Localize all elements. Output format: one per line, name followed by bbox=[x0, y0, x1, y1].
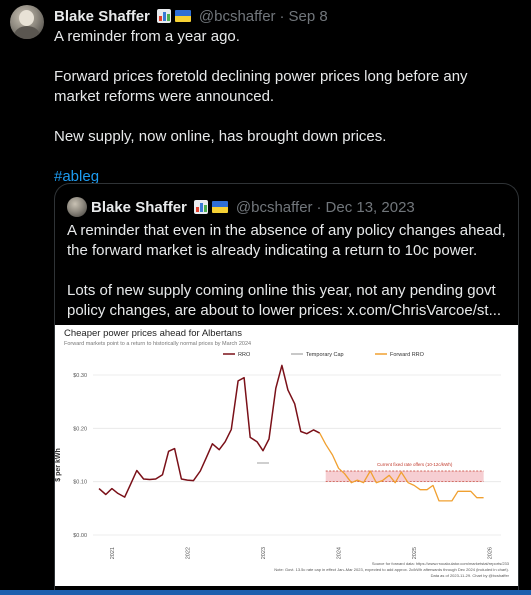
legend-label: Temporary Cap bbox=[306, 352, 344, 358]
tweet[interactable]: Blake Shaffer @bcshaffer · Sep 8 A remin… bbox=[0, 0, 531, 595]
chart-subtitle: Forward markets point to a return to his… bbox=[64, 341, 251, 347]
x-tick-label: 2026 bbox=[488, 547, 494, 559]
quoted-paragraph: A reminder that even in the absence of a… bbox=[67, 222, 506, 259]
quoted-tweet-header: Blake Shaffer @bcshaffer · Dec 13, 2023 bbox=[91, 197, 415, 217]
chart-notes: Source for forward data: https://www.rro… bbox=[274, 561, 510, 578]
post-date[interactable]: Sep 8 bbox=[289, 8, 328, 25]
chart-title: Cheaper power prices ahead for Albertans bbox=[64, 328, 242, 339]
ukraine-flag-emoji-icon bbox=[174, 10, 191, 22]
chart-y-label: $ per kWh bbox=[55, 448, 62, 481]
author-name[interactable]: Blake Shaffer bbox=[54, 8, 150, 25]
legend-label: RRO bbox=[238, 352, 251, 358]
series-line bbox=[98, 364, 321, 498]
quoted-link[interactable]: x.com/ChrisVarcoe/st... bbox=[347, 302, 501, 319]
x-tick-label: 2021 bbox=[110, 547, 116, 559]
bar-chart-emoji-icon bbox=[193, 200, 208, 214]
quoted-tweet-text: A reminder that even in the absence of a… bbox=[67, 221, 512, 321]
chart-legend: RRO Temporary Cap Forward RRO bbox=[223, 352, 425, 358]
chart-annotation: Current fixed rate offers (10-12c/kWh) bbox=[325, 462, 484, 483]
y-tick-label: $0.10 bbox=[73, 480, 87, 486]
series-line bbox=[319, 432, 484, 502]
chart-grid: $0.00 $0.10 $0.20 $0.30 bbox=[73, 373, 501, 539]
quoted-author-avatar bbox=[67, 197, 87, 217]
quoted-post-date: Dec 13, 2023 bbox=[325, 198, 415, 216]
tweet-line: New supply, now online, has brought down… bbox=[54, 128, 387, 145]
x-tick-label: 2023 bbox=[261, 547, 267, 559]
chart-note: Data as of 2023-11-29. Chart by @bcshaff… bbox=[431, 573, 510, 578]
tweet-text: A reminder from a year ago. Forward pric… bbox=[54, 27, 516, 187]
chart-image: Cheaper power prices ahead for Albertans… bbox=[55, 325, 518, 586]
y-tick-label: $0.30 bbox=[73, 373, 87, 379]
y-tick-label: $0.20 bbox=[73, 426, 87, 432]
chart-note: Source for forward data: https://www.rro… bbox=[372, 561, 510, 566]
tweet-line: A reminder from a year ago. bbox=[54, 28, 240, 45]
quoted-tweet[interactable]: Blake Shaffer @bcshaffer · Dec 13, 2023 … bbox=[54, 183, 519, 595]
chart-svg: Cheaper power prices ahead for Albertans… bbox=[55, 328, 510, 578]
separator-dot: · bbox=[316, 198, 322, 216]
x-tick-label: 2024 bbox=[337, 547, 343, 559]
x-tick-label: 2022 bbox=[185, 547, 191, 559]
author-avatar[interactable] bbox=[10, 5, 44, 39]
x-tick-label: 2025 bbox=[412, 547, 418, 559]
tweet-header: Blake Shaffer @bcshaffer · Sep 8 bbox=[54, 6, 328, 26]
quoted-author-name: Blake Shaffer bbox=[91, 198, 187, 216]
annotation-label: Current fixed rate offers (10-12c/kWh) bbox=[377, 462, 453, 467]
y-tick-label: $0.00 bbox=[73, 533, 87, 539]
separator-dot: · bbox=[279, 7, 285, 25]
chart-x-axis: 2021 2022 2023 2024 2025 2026 bbox=[110, 547, 494, 559]
bar-chart-emoji-icon bbox=[156, 9, 171, 23]
legend-label: Forward RRO bbox=[390, 352, 425, 358]
tweet-line: Forward prices foretold declining power … bbox=[54, 68, 468, 105]
ukraine-flag-emoji-icon bbox=[211, 201, 228, 213]
bottom-bar bbox=[0, 590, 531, 595]
author-handle[interactable]: @bcshaffer bbox=[199, 8, 276, 25]
quoted-author-handle: @bcshaffer bbox=[235, 198, 313, 216]
chart-note: Note: Govt. 13.5c rate cap in effect Jan… bbox=[274, 567, 509, 572]
